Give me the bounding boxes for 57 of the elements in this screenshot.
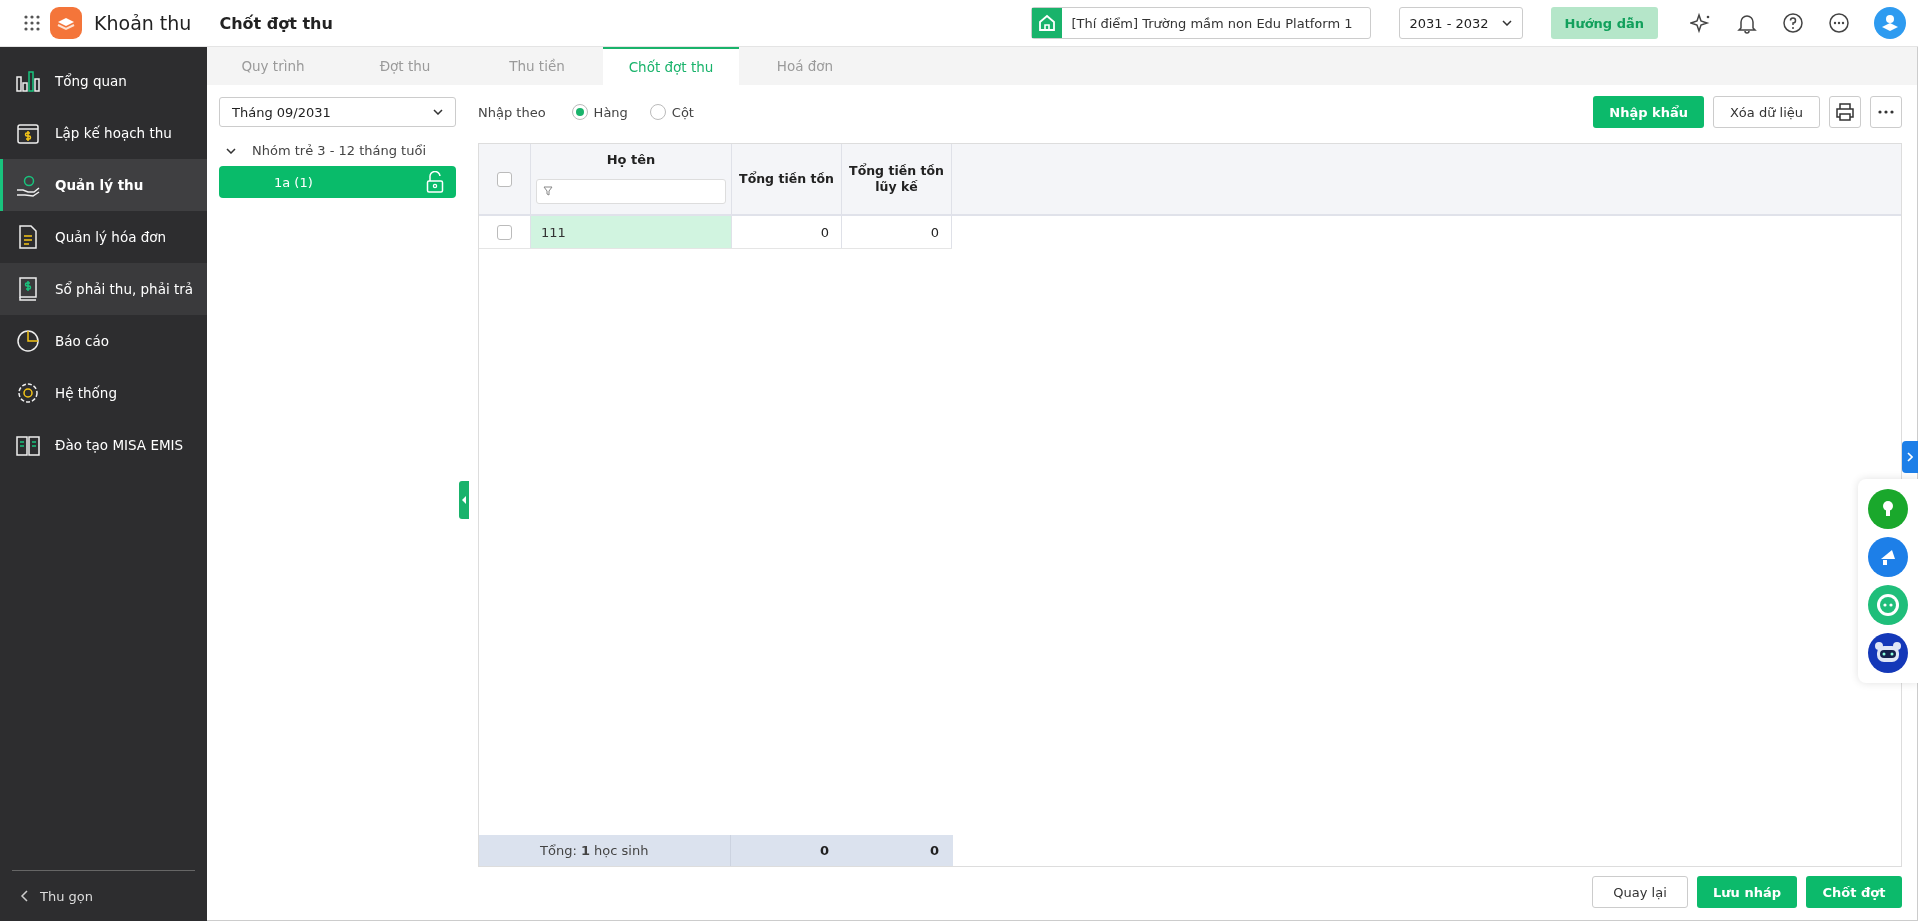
sidebar-item[interactable]: Quản lý thu (0, 159, 207, 211)
user-avatar[interactable] (1874, 7, 1906, 39)
chevron-down-icon (1501, 20, 1512, 26)
school-selector[interactable]: [Thí điểm] Trường mầm non Edu Platform 1 (1030, 7, 1371, 39)
sidebar-item[interactable]: Báo cáo (0, 315, 207, 367)
more-button[interactable] (1870, 96, 1902, 128)
help-icon[interactable] (1782, 12, 1804, 34)
bar-chart-icon (15, 68, 41, 94)
table-cell: 0 (842, 216, 952, 248)
radio-option[interactable]: Cột (649, 104, 694, 120)
chat-bot-icon[interactable] (1868, 585, 1908, 625)
column-header: Tổng tiền tồn (739, 170, 834, 188)
month-select[interactable]: Tháng 09/2031 (219, 97, 456, 127)
chevron-left-icon (20, 890, 28, 902)
more-icon[interactable] (1828, 12, 1850, 34)
column-header: Họ tên (606, 152, 656, 169)
sparkle-icon[interactable] (1690, 12, 1712, 34)
back-button[interactable]: Quay lại (1592, 876, 1689, 908)
row-checkbox[interactable] (497, 224, 512, 240)
sidebar-item[interactable]: Hệ thống (0, 367, 207, 419)
print-button[interactable] (1829, 96, 1861, 128)
panel-collapse-handle[interactable] (459, 481, 469, 519)
column-header: Tổng tiền tồn lũy kế (848, 162, 945, 196)
sidebar-item[interactable]: Quản lý hóa đơn (0, 211, 207, 263)
chevron-down-icon (433, 109, 443, 115)
filter-field[interactable] (536, 178, 726, 204)
pie-chart-icon (15, 328, 41, 354)
total-value: 0 (819, 843, 829, 858)
input-mode-label: Nhập theo (478, 104, 546, 120)
select-all-checkbox[interactable] (497, 171, 512, 187)
table-cell: 0 (732, 216, 842, 248)
table-cell: 111 (531, 216, 732, 248)
expand-handle[interactable] (1902, 441, 1918, 473)
collapse-button[interactable]: Thu gọn (12, 870, 195, 921)
unlock-icon (426, 171, 444, 193)
app-logo-icon (50, 7, 82, 39)
robot-icon[interactable] (1868, 633, 1908, 673)
apps-grid-icon[interactable] (24, 15, 40, 31)
sidebar-item[interactable]: Sổ phải thu, phải trả (0, 263, 207, 315)
radio-option[interactable]: Hàng (571, 104, 628, 120)
filter-icon (543, 186, 553, 197)
school-icon (1036, 13, 1057, 33)
bell-icon[interactable] (1736, 12, 1758, 34)
sidebar-item[interactable]: Đào tạo MISA EMIS (0, 419, 207, 471)
tree-group[interactable]: Nhóm trẻ 3 - 12 tháng tuổi (219, 143, 466, 158)
total-label: Tổng: 1 học sinh (540, 843, 649, 858)
sidebar-item[interactable]: Tổng quan (0, 55, 207, 107)
chevron-icon (226, 147, 236, 154)
app-title: Khoản thu (94, 12, 192, 34)
school-year-select[interactable]: 2031 - 2032 (1398, 7, 1523, 39)
gear-icon (15, 380, 41, 406)
more-icon (1878, 110, 1894, 114)
sidebar-item[interactable]: Lập kế hoạch thu (0, 107, 207, 159)
clear-data-button[interactable]: Xóa dữ liệu (1712, 96, 1820, 128)
total-value: 0 (929, 843, 939, 858)
page-title: Chốt đợt thu (219, 13, 333, 33)
printer-icon (1835, 102, 1855, 122)
